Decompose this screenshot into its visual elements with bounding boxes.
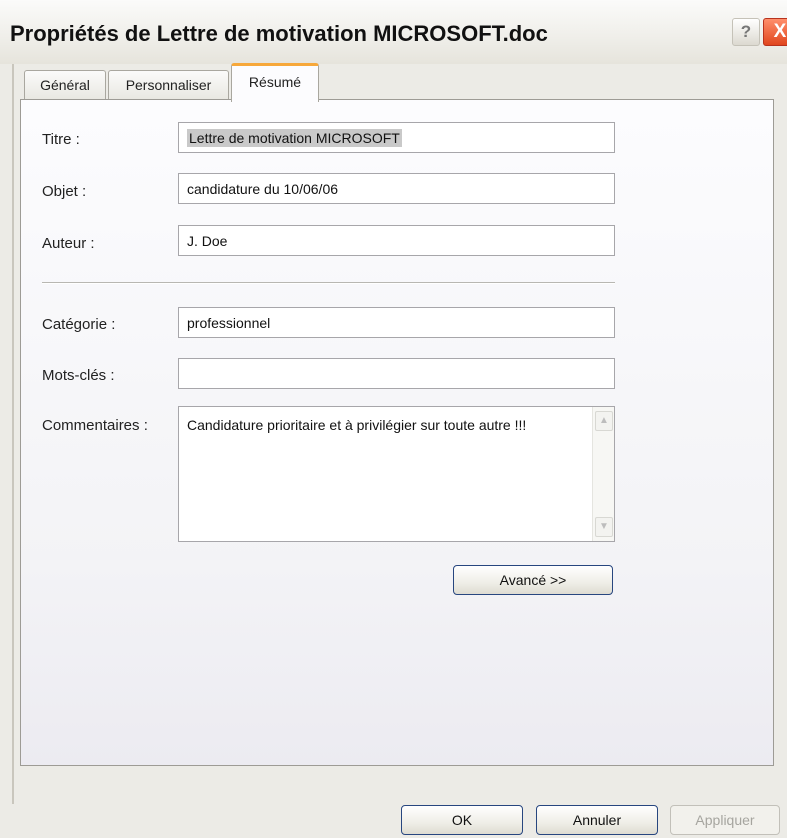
categorie-field[interactable]: professionnel [178,307,615,338]
commentaires-label: Commentaires : [42,417,148,434]
objet-label: Objet : [42,183,87,200]
tab-general[interactable]: Général [24,70,106,99]
separator [42,282,615,284]
close-icon: X [773,21,787,42]
scroll-down-button[interactable]: ▼ [595,517,613,537]
titre-label: Titre : [42,131,80,148]
chevron-down-icon: ▼ [599,521,609,532]
annuler-button[interactable]: Annuler [536,805,658,835]
commentaires-value: Candidature prioritaire et à privilégier… [187,417,527,433]
close-button[interactable]: X [763,18,787,46]
appliquer-button[interactable]: Appliquer [670,805,780,835]
chevron-up-icon: ▲ [599,415,609,426]
tab-personnaliser[interactable]: Personnaliser [108,70,229,99]
title-bar[interactable]: Propriétés de Lettre de motivation MICRO… [0,0,787,64]
window-border [12,64,14,804]
objet-field[interactable]: candidature du 10/06/06 [178,173,615,204]
window-title: Propriétés de Lettre de motivation MICRO… [10,21,548,46]
avance-button[interactable]: Avancé >> [453,565,613,595]
scroll-up-button[interactable]: ▲ [595,411,613,431]
auteur-field[interactable]: J. Doe [178,225,615,256]
commentaires-field[interactable]: Candidature prioritaire et à privilégier… [178,406,615,542]
titre-value: Lettre de motivation MICROSOFT [187,129,402,147]
mots-cles-field[interactable] [178,358,615,389]
mots-cles-label: Mots-clés : [42,367,115,384]
properties-dialog: Propriétés de Lettre de motivation MICRO… [0,0,787,838]
auteur-label: Auteur : [42,235,95,252]
help-button[interactable]: ? [732,18,760,46]
tab-resume[interactable]: Résumé [231,63,319,102]
categorie-label: Catégorie : [42,316,116,333]
comments-scrollbar[interactable]: ▲ ▼ [592,407,614,541]
ok-button[interactable]: OK [401,805,523,835]
titre-field[interactable]: Lettre de motivation MICROSOFT [178,122,615,153]
